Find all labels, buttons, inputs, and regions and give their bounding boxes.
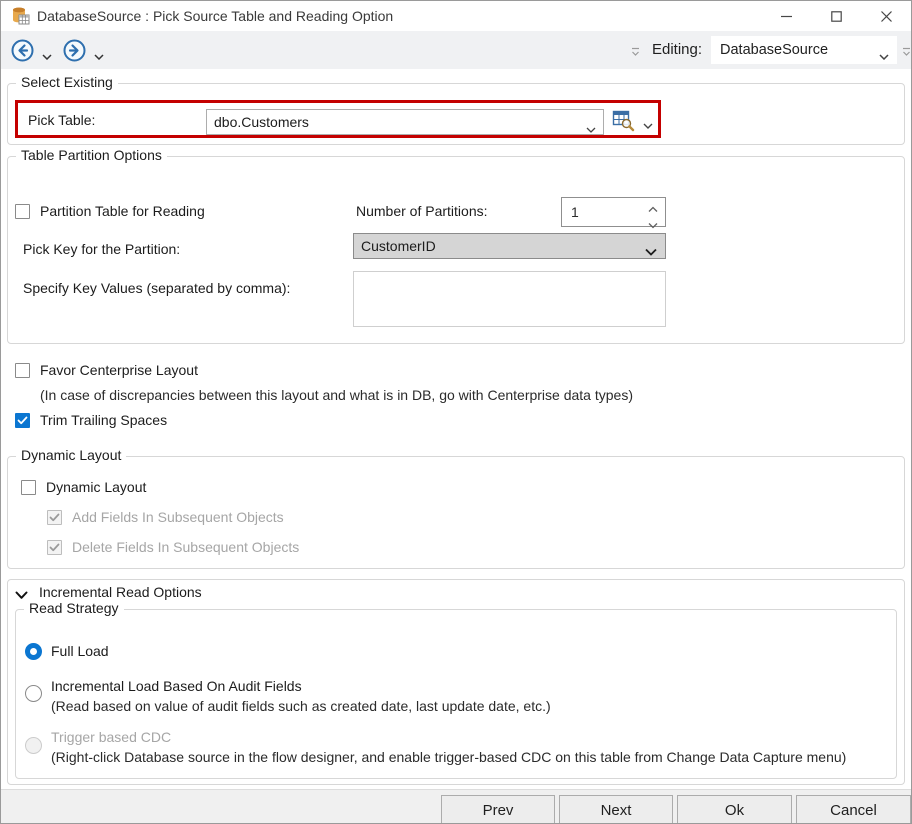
editing-label: Editing: bbox=[652, 31, 702, 69]
trim-trailing-spaces-label: Trim Trailing Spaces bbox=[40, 412, 167, 428]
pick-table-combobox[interactable]: dbo.Customers bbox=[206, 109, 604, 135]
favor-centerprise-description: (In case of discrepancies between this l… bbox=[40, 387, 633, 403]
prev-button[interactable]: Prev bbox=[441, 795, 555, 824]
footer-bar: Prev Next Ok Cancel bbox=[1, 789, 911, 824]
close-button[interactable] bbox=[861, 1, 911, 31]
add-fields-label: Add Fields In Subsequent Objects bbox=[72, 509, 284, 525]
window-title: DatabaseSource : Pick Source Table and R… bbox=[37, 1, 393, 31]
key-values-label: Specify Key Values (separated by comma): bbox=[23, 280, 290, 296]
chevron-down-icon bbox=[879, 47, 889, 63]
pick-table-highlight: Pick Table: dbo.Customers bbox=[15, 100, 661, 138]
favor-centerprise-checkbox[interactable] bbox=[15, 363, 30, 378]
trigger-cdc-label: Trigger based CDC bbox=[51, 729, 171, 745]
num-partitions-spinner[interactable]: 1 bbox=[561, 197, 666, 227]
spinner-up-icon[interactable] bbox=[648, 200, 658, 216]
num-partitions-label: Number of Partitions: bbox=[356, 203, 488, 219]
forward-icon[interactable] bbox=[63, 39, 86, 62]
read-strategy-title: Read Strategy bbox=[24, 600, 124, 616]
toolbar-overflow-icon[interactable] bbox=[902, 45, 911, 61]
full-load-label: Full Load bbox=[51, 643, 109, 659]
cancel-button[interactable]: Cancel bbox=[796, 795, 911, 824]
browse-table-dropdown-chevron-icon[interactable] bbox=[643, 116, 653, 132]
editing-combobox-value: DatabaseSource bbox=[720, 36, 828, 64]
dynamic-layout-checkbox[interactable] bbox=[21, 480, 36, 495]
dynamic-layout-label: Dynamic Layout bbox=[46, 479, 146, 495]
pick-key-dropdown[interactable]: CustomerID bbox=[353, 233, 666, 259]
pick-key-label: Pick Key for the Partition: bbox=[23, 241, 180, 257]
dialog-window: DatabaseSource : Pick Source Table and R… bbox=[0, 0, 912, 824]
full-load-radio[interactable] bbox=[25, 643, 42, 660]
partition-table-checkbox[interactable] bbox=[15, 204, 30, 219]
toolbar-overflow-icon[interactable] bbox=[631, 45, 640, 61]
trigger-cdc-radio bbox=[25, 737, 42, 754]
pick-table-label: Pick Table: bbox=[28, 112, 95, 128]
forward-dropdown-chevron-icon[interactable] bbox=[94, 47, 104, 63]
pick-key-value: CustomerID bbox=[361, 234, 436, 258]
incremental-load-description: (Read based on value of audit fields suc… bbox=[51, 698, 551, 714]
pick-table-value: dbo.Customers bbox=[214, 110, 309, 134]
incremental-load-radio[interactable] bbox=[25, 685, 42, 702]
table-partition-title: Table Partition Options bbox=[16, 147, 167, 163]
favor-centerprise-label: Favor Centerprise Layout bbox=[40, 362, 198, 378]
chevron-down-icon bbox=[645, 243, 657, 259]
window-controls bbox=[761, 1, 911, 31]
partition-table-label: Partition Table for Reading bbox=[40, 203, 205, 219]
back-icon[interactable] bbox=[11, 39, 34, 62]
maximize-button[interactable] bbox=[811, 1, 861, 31]
toolbar: Editing: DatabaseSource bbox=[1, 31, 911, 69]
editing-combobox[interactable]: DatabaseSource bbox=[711, 36, 897, 64]
num-partitions-value: 1 bbox=[571, 198, 579, 226]
trim-trailing-spaces-checkbox[interactable] bbox=[15, 413, 30, 428]
dynamic-layout-title: Dynamic Layout bbox=[16, 447, 126, 463]
title-bar: DatabaseSource : Pick Source Table and R… bbox=[1, 1, 911, 31]
browse-table-icon[interactable] bbox=[612, 109, 635, 135]
next-button[interactable]: Next bbox=[559, 795, 673, 824]
add-fields-checkbox bbox=[47, 510, 62, 525]
trigger-cdc-description: (Right-click Database source in the flow… bbox=[51, 749, 846, 765]
key-values-textarea[interactable] bbox=[353, 271, 666, 327]
incremental-read-options-title[interactable]: Incremental Read Options bbox=[39, 584, 202, 600]
minimize-button[interactable] bbox=[761, 1, 811, 31]
incremental-load-label: Incremental Load Based On Audit Fields bbox=[51, 678, 302, 694]
delete-fields-checkbox bbox=[47, 540, 62, 555]
select-existing-title: Select Existing bbox=[16, 74, 118, 90]
ok-button[interactable]: Ok bbox=[677, 795, 792, 824]
spinner-down-icon[interactable] bbox=[648, 216, 658, 232]
back-dropdown-chevron-icon[interactable] bbox=[42, 47, 52, 63]
database-table-icon bbox=[11, 6, 31, 26]
chevron-down-icon bbox=[586, 120, 596, 136]
delete-fields-label: Delete Fields In Subsequent Objects bbox=[72, 539, 299, 555]
